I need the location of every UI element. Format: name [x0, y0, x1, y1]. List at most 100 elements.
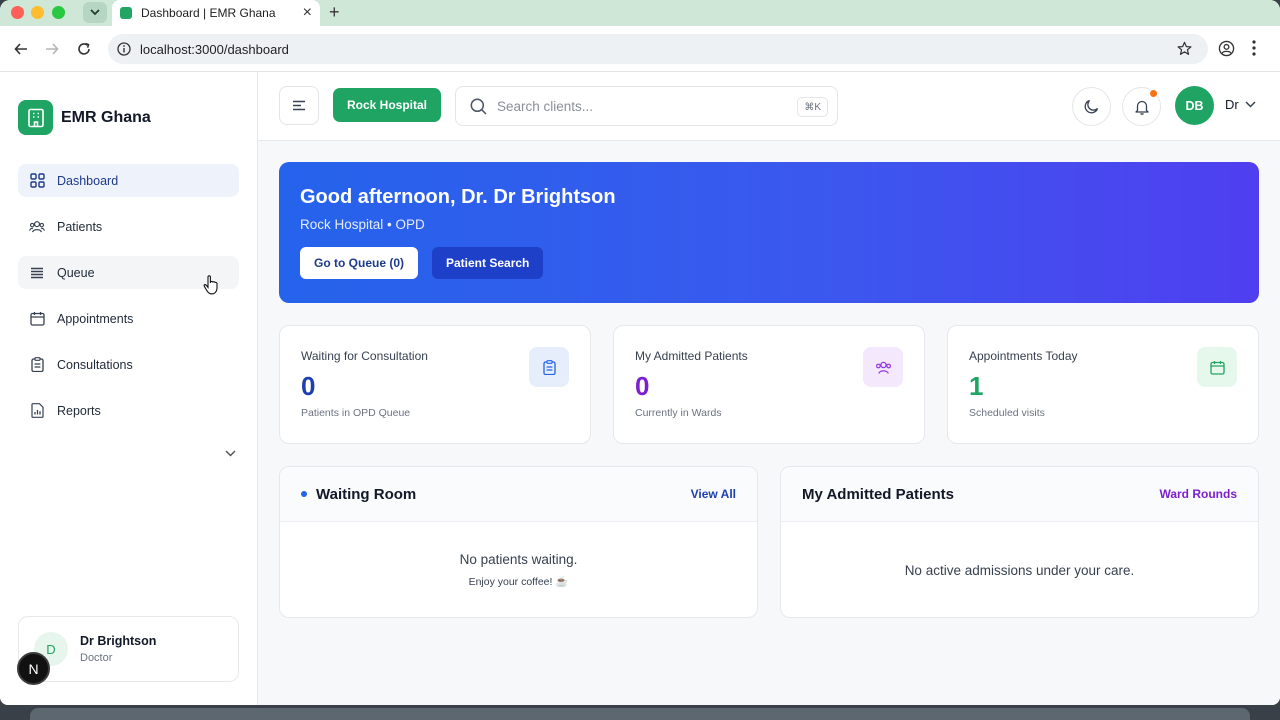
clipboard-icon [529, 347, 569, 387]
chevron-down-icon[interactable] [225, 450, 236, 457]
live-indicator-dot [301, 491, 307, 497]
back-button[interactable] [11, 39, 31, 59]
users-icon [863, 347, 903, 387]
browser-toolbar: localhost:3000/dashboard [0, 26, 1280, 72]
user-menu-button[interactable]: Dr [1225, 97, 1256, 112]
empty-message: No patients waiting. [459, 552, 578, 567]
greeting-title: Good afternoon, Dr. Dr Brightson [300, 186, 616, 208]
bookmark-star-icon[interactable] [1177, 41, 1192, 56]
sidebar-item-reports[interactable]: Reports [18, 394, 239, 427]
go-to-queue-button[interactable]: Go to Queue (0) [300, 247, 418, 279]
tab-strip: Dashboard | EMR Ghana × + [0, 0, 1280, 26]
greeting-subtitle: Rock Hospital • OPD [300, 217, 425, 232]
stat-card-admitted[interactable]: My Admitted Patients 0 Currently in Ward… [613, 325, 925, 444]
sidebar-toggle-button[interactable] [279, 86, 319, 125]
app-root: EMR Ghana Dashboard Patients Queue Appoi… [0, 72, 1280, 705]
stat-hint: Scheduled visits [969, 407, 1045, 419]
dev-tools-badge[interactable]: N [17, 652, 50, 685]
user-profile-card[interactable]: D Dr Brightson Doctor [18, 616, 239, 682]
user-menu-label: Dr [1225, 97, 1239, 112]
address-bar[interactable]: localhost:3000/dashboard [108, 34, 1208, 64]
waiting-room-panel: Waiting Room View All No patients waitin… [279, 466, 758, 618]
admitted-patients-panel: My Admitted Patients Ward Rounds No acti… [780, 466, 1259, 618]
stat-card-appointments[interactable]: Appointments Today 1 Scheduled visits [947, 325, 1259, 444]
close-tab-button[interactable]: × [303, 5, 312, 21]
view-all-link[interactable]: View All [691, 487, 736, 501]
user-name: Dr Brightson [80, 634, 157, 648]
search-input[interactable] [497, 98, 777, 114]
new-tab-button[interactable]: + [329, 3, 340, 21]
panel-title: Waiting Room [301, 486, 416, 503]
bell-icon [1134, 100, 1149, 115]
stat-card-waiting[interactable]: Waiting for Consultation 0 Patients in O… [279, 325, 591, 444]
panels-row: Waiting Room View All No patients waitin… [279, 466, 1259, 618]
more-menu-icon[interactable] [1251, 38, 1257, 58]
browser-window: Dashboard | EMR Ghana × + localhost:3000… [0, 0, 1280, 705]
panel-title: My Admitted Patients [802, 485, 954, 503]
sidebar-item-label: Queue [57, 265, 95, 280]
maximize-window-button[interactable] [52, 6, 65, 19]
panel-header: My Admitted Patients Ward Rounds [781, 467, 1258, 522]
site-info-icon [117, 42, 131, 56]
search-field[interactable]: ⌘K [455, 86, 838, 126]
sidebar: EMR Ghana Dashboard Patients Queue Appoi… [0, 72, 258, 705]
panel-empty-state: No patients waiting. Enjoy your coffee! … [280, 522, 757, 617]
sidebar-item-label: Dashboard [57, 173, 119, 188]
sidebar-nav: Dashboard Patients Queue Appointments Co… [18, 164, 239, 440]
panel-header: Waiting Room View All [280, 467, 757, 522]
hospital-building-icon [18, 100, 53, 135]
notification-dot [1150, 90, 1157, 97]
hero-actions: Go to Queue (0) Patient Search [300, 247, 1238, 279]
brand[interactable]: EMR Ghana [18, 100, 151, 135]
top-bar: Rock Hospital ⌘K DB Dr [258, 72, 1280, 141]
sidebar-item-dashboard[interactable]: Dashboard [18, 164, 239, 197]
os-dock [30, 708, 1250, 720]
profile-icon[interactable] [1218, 40, 1235, 57]
arrow-right-icon [46, 43, 59, 55]
favicon-icon [120, 7, 132, 19]
panel-title-text: Waiting Room [316, 485, 417, 503]
main-content: Rock Hospital ⌘K DB Dr [258, 72, 1280, 705]
close-window-button[interactable] [11, 6, 24, 19]
arrow-left-icon [14, 43, 27, 55]
browser-tab[interactable]: Dashboard | EMR Ghana × [112, 0, 320, 26]
sidebar-item-label: Appointments [57, 311, 134, 326]
clipboard-icon [29, 357, 45, 373]
patient-search-button[interactable]: Patient Search [432, 247, 544, 279]
empty-submessage: Enjoy your coffee! ☕ [468, 576, 569, 588]
sidebar-item-label: Consultations [57, 357, 133, 372]
brand-name: EMR Ghana [61, 108, 151, 126]
menu-icon [293, 100, 305, 111]
calendar-icon [1197, 347, 1237, 387]
user-meta: Dr Brightson Doctor [80, 634, 156, 664]
moon-icon [1084, 99, 1099, 114]
sidebar-item-label: Reports [57, 403, 101, 418]
list-icon [29, 265, 45, 281]
theme-toggle-button[interactable] [1072, 87, 1111, 126]
user-role: Doctor [80, 652, 113, 664]
stats-row: Waiting for Consultation 0 Patients in O… [279, 325, 1259, 444]
tab-title: Dashboard | EMR Ghana [141, 6, 276, 20]
welcome-banner: Good afternoon, Dr. Dr Brightson Rock Ho… [279, 162, 1259, 303]
report-icon [29, 403, 45, 419]
hospital-switcher-button[interactable]: Rock Hospital [333, 88, 441, 122]
sidebar-item-patients[interactable]: Patients [18, 210, 239, 243]
chevron-down-icon [1245, 101, 1256, 108]
reload-button[interactable] [74, 39, 94, 59]
search-icon [470, 98, 487, 115]
forward-button[interactable] [42, 39, 62, 59]
stat-hint: Currently in Wards [635, 407, 722, 419]
stat-hint: Patients in OPD Queue [301, 407, 411, 419]
tab-search-button[interactable] [83, 2, 107, 23]
grid-icon [29, 173, 45, 189]
avatar[interactable]: DB [1175, 86, 1214, 125]
url-text: localhost:3000/dashboard [140, 41, 289, 57]
sidebar-item-appointments[interactable]: Appointments [18, 302, 239, 335]
sidebar-item-consultations[interactable]: Consultations [18, 348, 239, 381]
notifications-button[interactable] [1122, 87, 1161, 126]
reload-icon [78, 42, 90, 55]
users-icon [29, 219, 45, 235]
pointer-cursor-icon [203, 275, 218, 295]
ward-rounds-link[interactable]: Ward Rounds [1159, 487, 1237, 501]
minimize-window-button[interactable] [31, 6, 44, 19]
